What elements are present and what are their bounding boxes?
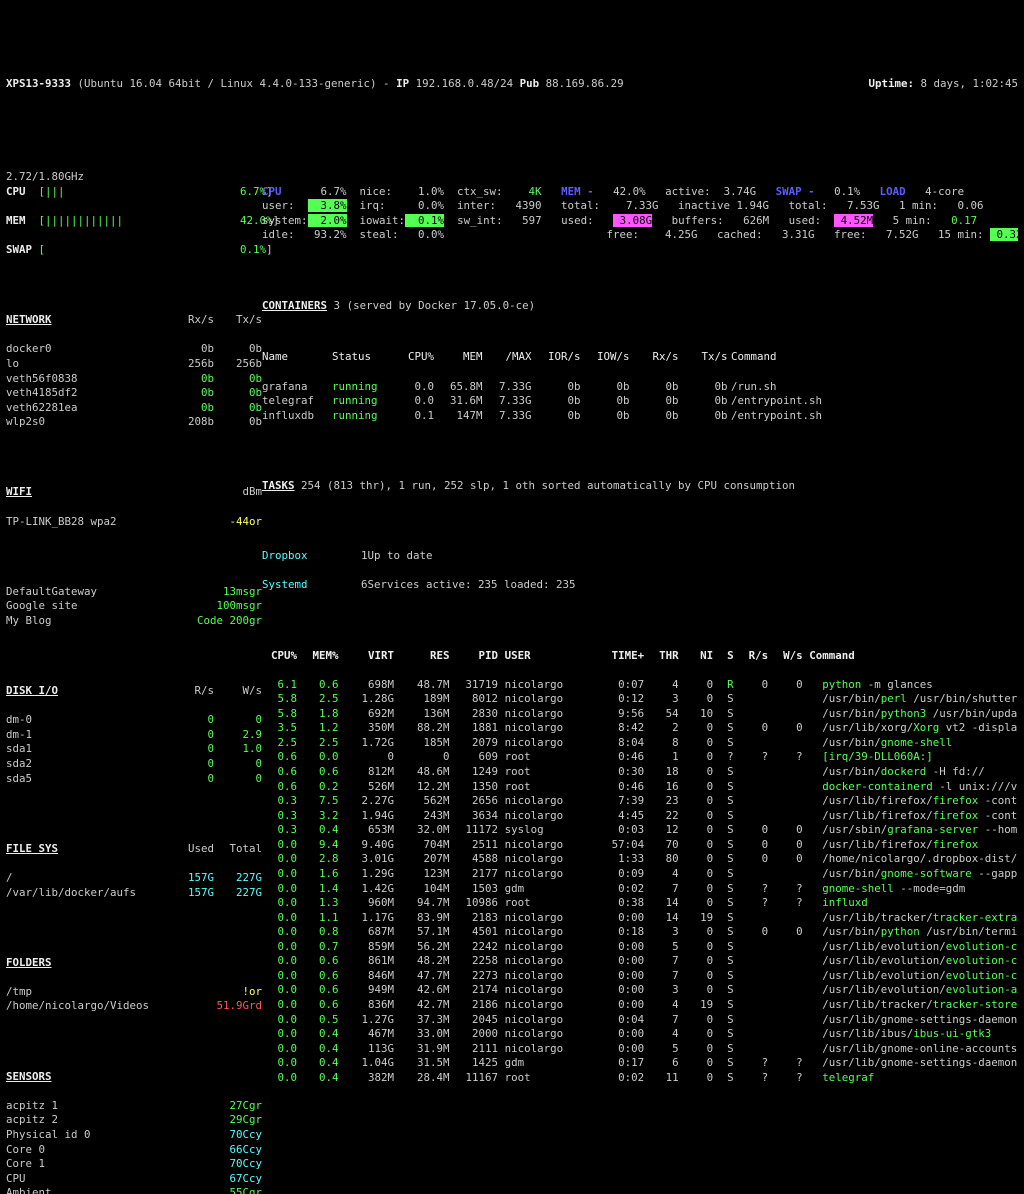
process-row: 0.0 9.4 9.40G 704M 2511 nicolargo 57:04 … [262,838,1018,853]
container-row: telegrafrunning 0.0 31.6M 7.33G 0b 0b 0b… [262,394,1018,409]
title-bar: XPS13-9333 (Ubuntu 16.04 64bit / Linux 4… [6,77,1018,92]
list-item: /157G227G [6,871,262,886]
fs-header: FILE SYS [6,842,58,857]
process-row: 5.8 2.5 1.28G 189M 8012 nicolargo 0:12 3… [262,692,1018,707]
list-item: Google site100msgr [6,599,262,614]
list-item: lo256b256b [6,357,262,372]
list-item: acpitz 127Cgr [6,1099,262,1114]
process-row: 0.0 0.5 1.27G 37.3M 2045 nicolargo 0:04 … [262,1013,1018,1028]
process-row: 0.0 0.6 846M 47.7M 2273 nicolargo 0:00 7… [262,969,1018,984]
list-item: /var/lib/docker/aufs157G227G [6,886,262,901]
process-row: 0.3 7.5 2.27G 562M 2656 nicolargo 7:39 2… [262,794,1018,809]
process-row: 0.3 0.4 653M 32.0M 11172 syslog 0:03 12 … [262,823,1018,838]
list-item: My BlogCode 200gr [6,614,262,629]
process-row: 0.0 1.4 1.42G 104M 1503 gdm 0:02 7 0 S ?… [262,882,1018,897]
process-row: 0.6 0.0 0 0 609 root 0:46 1 0 ? ? ? [irq… [262,750,1018,765]
process-row: 2.5 2.5 1.72G 185M 2079 nicolargo 8:04 8… [262,736,1018,751]
tasks-header: TASKS [262,479,295,492]
list-item: /tmp!or [6,985,262,1000]
list-item: veth4185df20b0b [6,386,262,401]
disk-header: DISK I/O [6,684,58,699]
process-row: 0.0 1.1 1.17G 83.9M 2183 nicolargo 0:00 … [262,911,1018,926]
list-item: Ambient55Cgr [6,1186,262,1194]
process-row: 0.6 0.2 526M 12.2M 1350 root 0:46 16 0 S… [262,780,1018,795]
process-row: 0.0 0.6 949M 42.6M 2174 nicolargo 0:00 3… [262,983,1018,998]
list-item: dm-000 [6,713,262,728]
container-row: influxdbrunning 0.1 147M 7.33G 0b 0b 0b … [262,409,1018,424]
list-item: Core 170Ccy [6,1157,262,1172]
process-row: 0.0 0.4 1.04G 31.5M 1425 gdm 0:17 6 0 S … [262,1056,1018,1071]
list-item: veth56f08380b0b [6,372,262,387]
process-row: 3.5 1.2 350M 88.2M 1881 nicolargo 8:42 2… [262,721,1018,736]
right-panel: CPU 6.7% nice: 1.0% ctx_sw: 4K MEM - 42.… [262,156,1018,1194]
process-row: 0.0 0.8 687M 57.1M 4501 nicolargo 0:18 3… [262,925,1018,940]
left-panel: 2.72/1.80GHz CPU [||| 6.7%] MEM [|||||||… [6,156,262,1194]
list-item: Core 066Ccy [6,1143,262,1158]
list-item: sda500 [6,772,262,787]
list-item: wlp2s0208b0b [6,415,262,430]
container-row: grafanarunning 0.0 65.8M 7.33G 0b 0b 0b … [262,380,1018,395]
process-row: 0.0 0.7 859M 56.2M 2242 nicolargo 0:00 5… [262,940,1018,955]
list-item: Physical id 070Ccy [6,1128,262,1143]
process-row: 0.3 3.2 1.94G 243M 3634 nicolargo 4:45 2… [262,809,1018,824]
process-row: 0.0 1.6 1.29G 123M 2177 nicolargo 0:09 4… [262,867,1018,882]
cpu-freq: 2.72/1.80GHz [6,170,84,183]
wifi-header: WIFI [6,485,32,500]
process-row: 0.0 2.8 3.01G 207M 4588 nicolargo 1:33 8… [262,852,1018,867]
process-row: 0.0 0.6 861M 48.2M 2258 nicolargo 0:00 7… [262,954,1018,969]
process-row: 0.0 0.4 113G 31.9M 2111 nicolargo 0:00 5… [262,1042,1018,1057]
list-item: CPU67Ccy [6,1172,262,1187]
hostname: XPS13-9333 [6,77,71,90]
list-item: sda200 [6,757,262,772]
list-item: veth62281ea0b0b [6,401,262,416]
list-item: TP-LINK_BB28 wpa2-44or [6,515,262,530]
process-row: 0.0 0.6 836M 42.7M 2186 nicolargo 0:00 4… [262,998,1018,1013]
process-row: 0.0 1.3 960M 94.7M 10986 root 0:38 14 0 … [262,896,1018,911]
list-item: acpitz 229Cgr [6,1113,262,1128]
list-item: sda101.0 [6,742,262,757]
network-header: NETWORK [6,313,52,328]
list-item: dm-102.9 [6,728,262,743]
list-item: /home/nicolargo/Videos51.9Grd [6,999,262,1014]
list-item: docker00b0b [6,342,262,357]
process-row: 6.1 0.6 698M 48.7M 31719 nicolargo 0:07 … [262,678,1018,693]
process-row: 5.8 1.8 692M 136M 2830 nicolargo 9:56 54… [262,707,1018,722]
folders-header: FOLDERS [6,956,52,969]
process-row: 0.6 0.6 812M 48.6M 1249 root 0:30 18 0 S… [262,765,1018,780]
list-item: DefaultGateway13msgr [6,585,262,600]
containers-header: CONTAINERS [262,299,327,312]
process-row: 0.0 0.4 382M 28.4M 11167 root 0:02 11 0 … [262,1071,1018,1086]
sensors-header: SENSORS [6,1070,52,1083]
process-row: 0.0 0.4 467M 33.0M 2000 nicolargo 0:00 4… [262,1027,1018,1042]
